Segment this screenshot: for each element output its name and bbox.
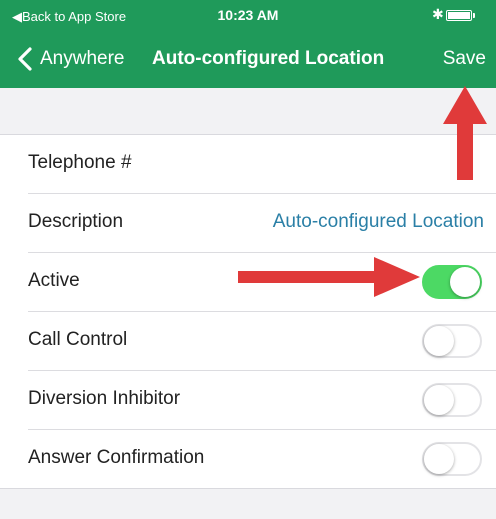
- annotation-arrow-up-icon: [443, 86, 487, 180]
- row-label: Active: [28, 270, 80, 291]
- save-button[interactable]: Save: [443, 48, 486, 70]
- diversion-inhibitor-toggle[interactable]: [422, 383, 482, 417]
- toggle-knob: [424, 385, 454, 415]
- status-bar: ◀Back to App Store 10:23 AM ✱: [0, 0, 496, 30]
- toggle-knob: [450, 267, 480, 297]
- description-value[interactable]: Auto-configured Location: [273, 211, 484, 233]
- settings-list: Telephone # Description Auto-configured …: [0, 134, 496, 489]
- row-telephone[interactable]: Telephone #: [28, 135, 496, 194]
- call-control-toggle[interactable]: [422, 324, 482, 358]
- back-button-label: Anywhere: [40, 48, 125, 69]
- row-label: Description: [28, 211, 124, 232]
- row-call-control: Call Control: [28, 312, 496, 371]
- app-header: ◀Back to App Store 10:23 AM ✱ Anywhere A…: [0, 0, 496, 88]
- row-description[interactable]: Description Auto-configured Location: [28, 194, 496, 253]
- active-toggle[interactable]: [422, 265, 482, 299]
- navigation-bar: Anywhere Auto-configured Location Save: [0, 36, 496, 84]
- row-label: Call Control: [28, 329, 128, 350]
- row-diversion-inhibitor: Diversion Inhibitor: [28, 371, 496, 430]
- row-label: Diversion Inhibitor: [28, 388, 181, 409]
- row-answer-confirmation: Answer Confirmation: [28, 430, 496, 488]
- bluetooth-icon: ✱: [432, 6, 444, 22]
- answer-confirmation-toggle[interactable]: [422, 442, 482, 476]
- back-button[interactable]: Anywhere: [14, 46, 125, 72]
- row-label: Answer Confirmation: [28, 447, 205, 468]
- battery-icon: [446, 10, 475, 21]
- status-time: 10:23 AM: [217, 7, 279, 23]
- chevron-left-icon: [18, 47, 32, 71]
- annotation-arrow-right-icon: [238, 257, 420, 297]
- toggle-knob: [424, 444, 454, 474]
- row-label: Telephone #: [28, 152, 132, 173]
- toggle-knob: [424, 326, 454, 356]
- page-title: Auto-configured Location: [152, 48, 385, 69]
